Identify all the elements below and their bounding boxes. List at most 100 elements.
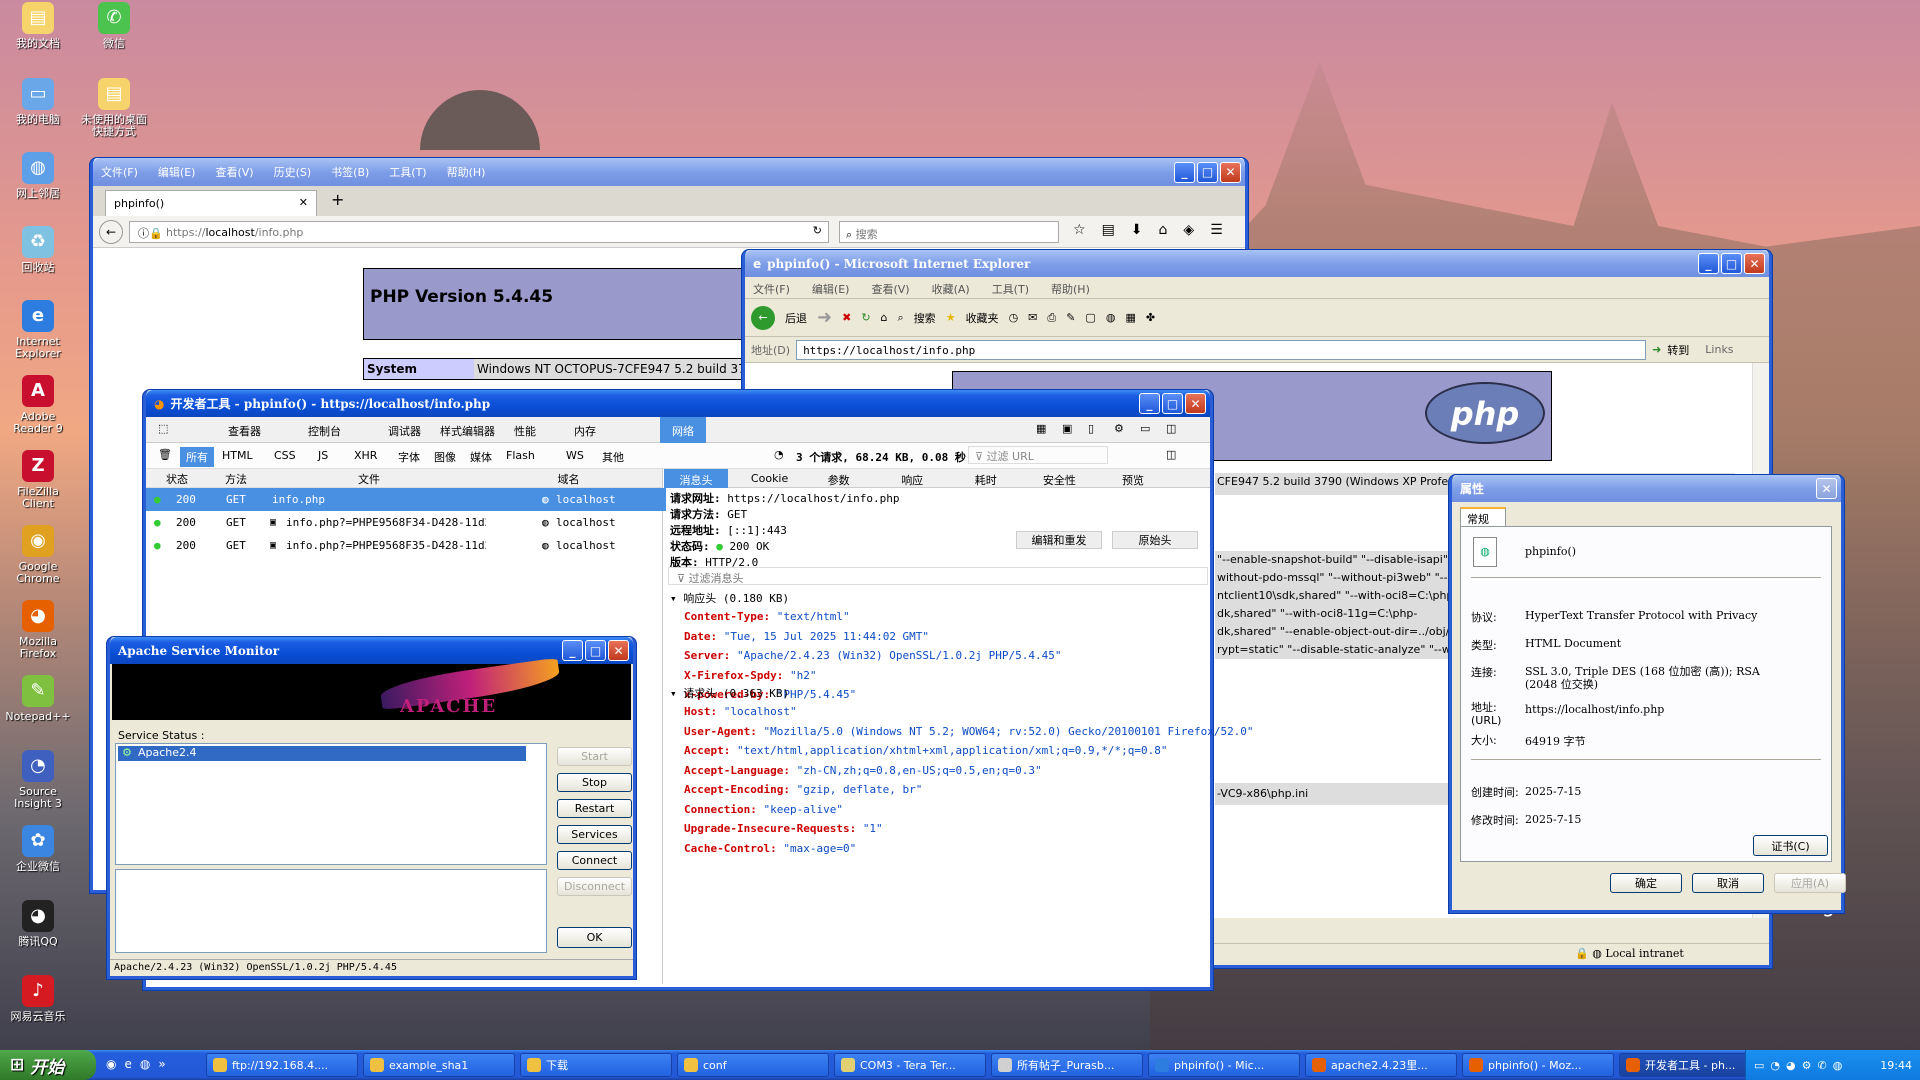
devtools-tab-3[interactable]: 样式编辑器 [428,417,507,443]
favorites-icon[interactable]: ★ [946,311,956,324]
desktop-icon-4[interactable]: ◍ 网上邻居 [0,152,76,200]
services-button[interactable]: Services [557,825,632,844]
col-header-3[interactable]: 域名 [474,471,663,487]
response-headers-section[interactable]: ▾ 响应头 (0.180 KB) [670,590,789,606]
globe-icon[interactable]: ◍ [1106,311,1116,324]
back-label[interactable]: 后退 [785,310,807,326]
service-item-apache[interactable]: ⚙ Apache2.4 [118,746,526,761]
edit-resend-button[interactable]: 编辑和重发 [1016,531,1102,549]
research-icon[interactable]: ▦ [1125,311,1135,324]
filter-headers-input[interactable]: ⊽ 过滤消息头 [668,567,1208,585]
filter-7[interactable]: 媒体 [464,447,498,467]
home-icon[interactable]: ⌂ [881,311,888,324]
ff-menu-item-6[interactable]: 帮助(H) [447,164,486,180]
desktop-icon-5[interactable]: ♻ 回收站 [0,226,76,274]
desktop-icon-9[interactable]: ◉ Google Chrome [0,525,76,585]
maximize-icon[interactable]: □ [1162,393,1183,414]
tray-wechat-icon[interactable]: ✆ [1818,1059,1827,1072]
minimize-icon[interactable]: _ [1139,393,1160,414]
tray-volume-icon[interactable]: ◔ [1770,1059,1780,1072]
filter-5[interactable]: 字体 [392,447,426,467]
address-input[interactable]: https://localhost/info.php [796,339,1647,360]
filter-1[interactable]: HTML [216,447,259,464]
desktop-icon-1[interactable]: ✆ 微信 [76,2,152,50]
search-label[interactable]: 搜索 [914,310,936,326]
url-bar[interactable]: https://localhost/info.php ⓘ🔒 ↻ [129,221,829,243]
ie-menu-item-5[interactable]: 帮助(H) [1051,281,1090,296]
minimize-icon[interactable]: _ [1698,253,1719,274]
ie-menu-item-0[interactable]: 文件(F) [753,281,790,296]
taskbar-task-7[interactable]: apache2.4.23里... [1305,1053,1457,1077]
close-icon[interactable]: ✕ [1220,161,1241,183]
desktop-icon-15[interactable]: ♪ 网易云音乐 [0,975,76,1023]
messenger-icon[interactable]: ✤ [1146,311,1155,324]
taskbar-task-8[interactable]: phpinfo() - Moz... [1462,1053,1614,1077]
ie-menu-item-3[interactable]: 收藏(A) [932,281,970,296]
tray-security-icon[interactable]: ◍ [1833,1059,1843,1072]
clear-trash-icon[interactable]: 🗑 [158,448,172,461]
filter-url-input[interactable]: ⊽ 过滤 URL [968,446,1108,464]
reload-icon[interactable]: ↻ [813,224,822,237]
tab-close-icon[interactable]: ✕ [299,196,308,209]
search-box[interactable]: ⌕ 搜索 [839,221,1059,243]
filter-2[interactable]: CSS [268,447,302,464]
close-icon[interactable]: ✕ [1185,393,1206,414]
clock[interactable]: 19:44 [1880,1059,1920,1072]
ie-menu-item-4[interactable]: 工具(T) [992,281,1029,296]
go-icon[interactable]: ➜ [1652,343,1661,356]
favorites-label[interactable]: 收藏夹 [966,310,999,326]
taskbar-task-6[interactable]: phpinfo() - Mic... [1148,1053,1300,1077]
filter-8[interactable]: Flash [500,447,541,464]
print-icon[interactable]: ⎙ [1047,311,1056,325]
detail-tab-6[interactable]: 预览 [1101,469,1165,488]
bookmarks-icon[interactable]: ▤ [1102,222,1115,238]
minimize-icon[interactable]: _ [562,640,583,661]
desktop-icon-12[interactable]: ◔ Source Insight 3 [0,750,76,810]
tab-general[interactable]: 常规 [1460,507,1506,527]
ff-menu-item-3[interactable]: 历史(S) [274,164,312,180]
ff-menu-item-1[interactable]: 编辑(E) [158,164,196,180]
dock-icon[interactable]: ▣ [1062,422,1072,435]
history-icon[interactable]: ◷ [1009,311,1019,324]
home-icon[interactable]: ⌂ [1159,222,1168,238]
devtools-tab-4[interactable]: 性能 [502,417,548,443]
devtools-tab-0[interactable]: 查看器 [216,417,273,443]
picker-icon[interactable]: ⬚ [158,422,168,435]
back-icon[interactable]: ← [99,220,123,244]
detail-tab-4[interactable]: 耗时 [954,469,1018,488]
request-row[interactable]: ● 200 GET ▣ info.php?=PHPE9568F34-D428-11d2-… [146,511,666,534]
links-label[interactable]: Links [1705,343,1733,356]
desktop-icon-10[interactable]: ◕ Mozilla Firefox [0,600,76,660]
request-headers-section[interactable]: ▾ 请求头 (0.363 KB) [670,685,789,701]
new-tab-icon[interactable]: + [331,190,344,209]
detail-tab-5[interactable]: 安全性 [1027,469,1091,488]
stop-button[interactable]: Stop [557,773,632,792]
note-icon[interactable]: ▢ [1085,311,1095,324]
ff-menu-item-0[interactable]: 文件(F) [101,164,138,180]
detail-tab-2[interactable]: 参数 [807,469,871,488]
start-button[interactable]: ⊞ 开始 [0,1050,96,1080]
desktop-icon-8[interactable]: Z FileZilla Client [0,450,76,510]
desktop-icon-2[interactable]: ▭ 我的电脑 [0,78,76,126]
filter-0[interactable]: 所有 [180,447,214,467]
filter-10[interactable]: 其他 [596,447,630,467]
desktop-icon-6[interactable]: e Internet Explorer [0,300,76,360]
taskbar-task-0[interactable]: ftp://192.168.4.... [206,1053,358,1077]
stop-icon[interactable]: ✖ [842,311,851,324]
disconnect-button[interactable]: Disconnect [557,877,632,896]
devtools-tab-5[interactable]: 内存 [562,417,608,443]
split-icon[interactable]: ▯ [1088,422,1094,435]
close-icon[interactable]: ✕ [608,640,629,661]
close-icon[interactable]: ✕ [1744,253,1765,274]
sidebar-toggle-icon[interactable]: ◫ [1166,448,1176,461]
ql-ie-icon[interactable]: e [124,1057,131,1071]
forward-icon[interactable]: ➜ [817,307,832,328]
filter-4[interactable]: XHR [348,447,383,464]
tray-network-icon[interactable]: ▭ [1754,1059,1764,1072]
apply-button[interactable]: 应用(A) [1774,873,1846,893]
filter-3[interactable]: JS [312,447,334,464]
desktop-icon-0[interactable]: ▤ 我的文档 [0,2,76,50]
maximize-icon[interactable]: □ [585,640,606,661]
ql-more-icon[interactable]: » [158,1057,165,1071]
pocket-icon[interactable]: ◈ [1183,222,1194,238]
